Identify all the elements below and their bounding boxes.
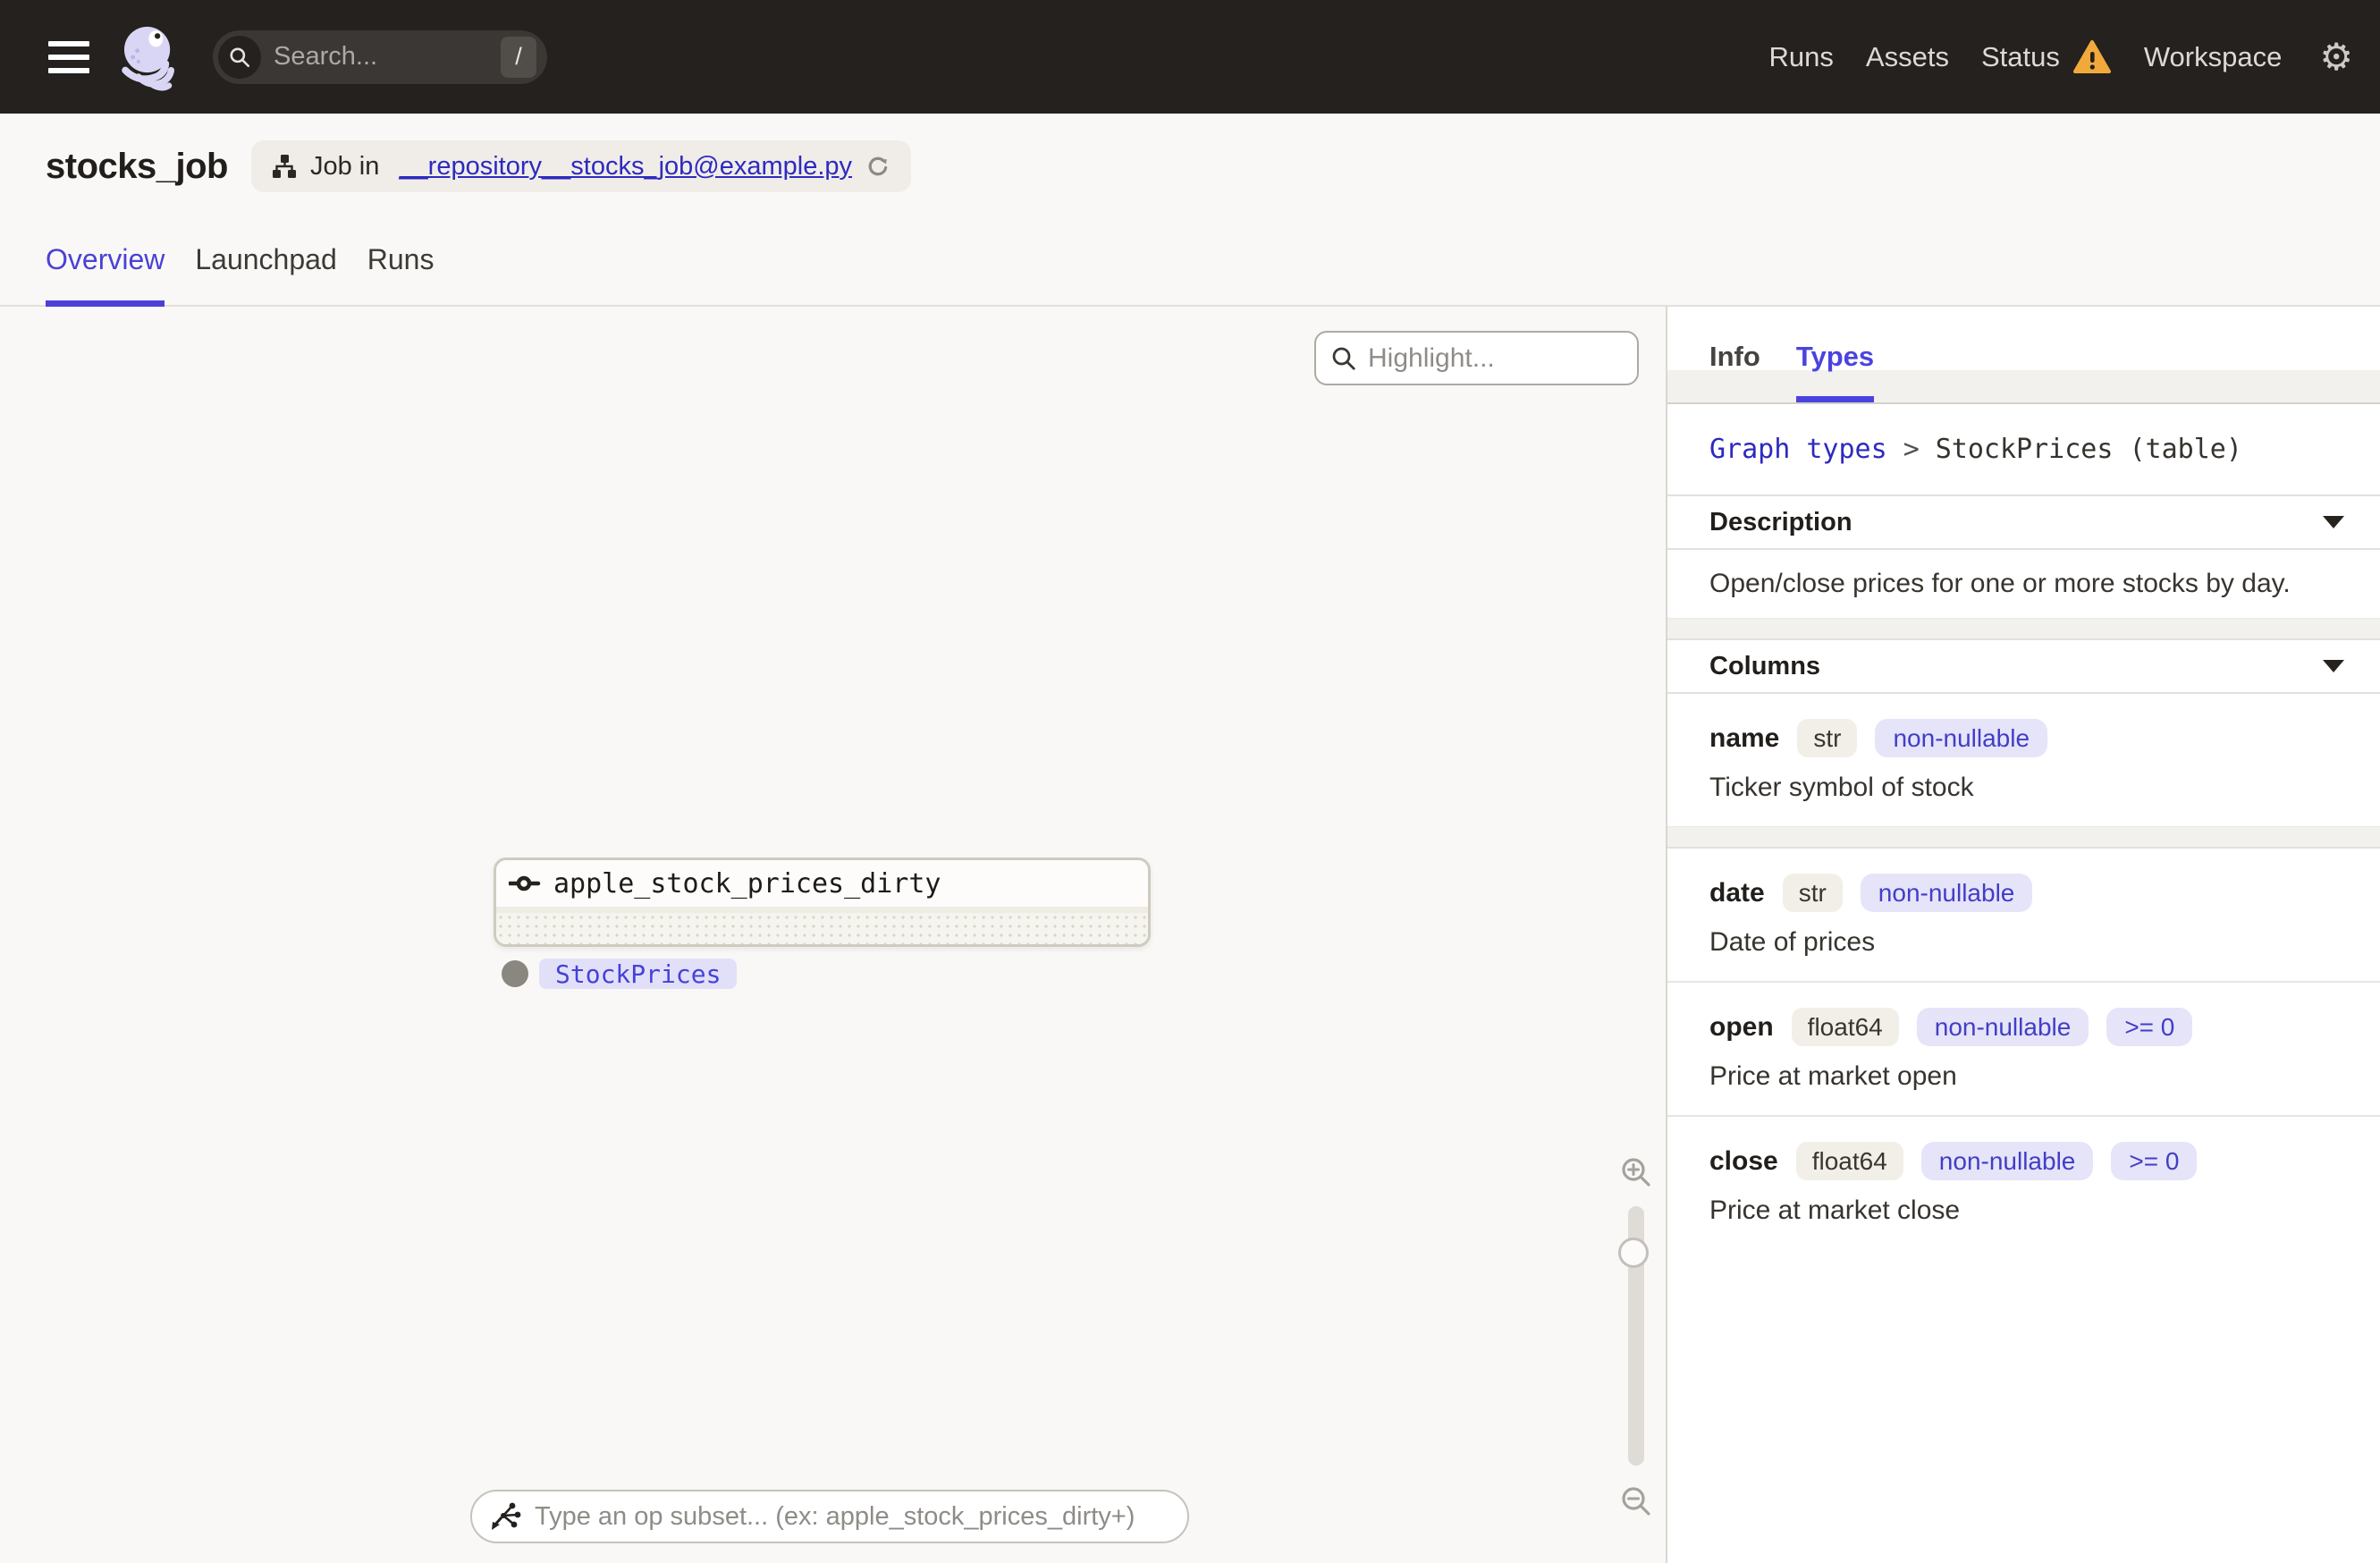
column-entry-date: date str non-nullable Date of prices: [1667, 849, 2380, 981]
tab-runs[interactable]: Runs: [367, 243, 435, 305]
page-header: stocks_job Job in __repository__stocks_j…: [0, 114, 2380, 307]
nav-item-label: Workspace: [2143, 40, 2283, 72]
nav-item-label: Assets: [1865, 40, 1949, 72]
column-name: date: [1709, 877, 1765, 908]
column-entry-name: name str non-nullable Ticker symbol of stoc…: [1667, 694, 2380, 826]
breadcrumb-link-graph-types[interactable]: Graph types: [1709, 434, 1887, 465]
highlight-input[interactable]: [1368, 342, 1637, 374]
repository-link[interactable]: __repository__stocks_job@example.py: [399, 152, 852, 182]
zoom-slider-track[interactable]: [1618, 1206, 1649, 1466]
column-name: close: [1709, 1145, 1778, 1176]
page-tabs: Overview Launchpad Runs: [46, 243, 435, 307]
global-search: /: [213, 30, 547, 84]
zoom-in-icon[interactable]: [1618, 1154, 1654, 1190]
description-text: Open/close prices for one or more stocks…: [1709, 569, 2291, 598]
tab-overview[interactable]: Overview: [46, 243, 165, 307]
column-description: Ticker symbol of stock: [1709, 773, 1974, 802]
zoom-controls: [1616, 1154, 1657, 1519]
column-type-chip: str: [1797, 719, 1858, 757]
search-input[interactable]: [274, 42, 501, 72]
op-node-name: apple_stock_prices_dirty: [553, 867, 941, 900]
job-graph-icon: [272, 155, 296, 178]
job-origin-badge: Job in __repository__stocks_job@example.…: [250, 140, 912, 192]
search-shortcut-key: /: [501, 36, 536, 78]
column-constraint-chip: non-nullable: [1875, 719, 2048, 757]
chevron-down-icon[interactable]: [2323, 516, 2344, 528]
search-icon: [1332, 347, 1355, 370]
warning-icon: [2072, 39, 2111, 73]
top-navigation-bar: / Runs Assets Status Workspace ⚙: [0, 0, 2380, 114]
description-section-header[interactable]: Description: [1667, 496, 2380, 550]
section-divider: [1667, 826, 2380, 849]
page-title: stocks_job: [46, 146, 228, 186]
op-icon: [509, 875, 541, 891]
zoom-slider-thumb[interactable]: [1618, 1238, 1649, 1268]
search-icon: [218, 35, 261, 79]
breadcrumb: Graph types > StockPrices (table): [1667, 404, 2380, 496]
chevron-down-icon[interactable]: [2323, 660, 2344, 672]
column-constraint-chip: >= 0: [2111, 1142, 2198, 1180]
section-divider: [1667, 618, 2380, 640]
hamburger-menu-icon[interactable]: [48, 40, 89, 73]
columns-list: name str non-nullable Ticker symbol of stoc…: [1667, 694, 2380, 1249]
column-constraint-chip: non-nullable: [1916, 1008, 2089, 1046]
column-constraint-chip: non-nullable: [1860, 874, 2033, 912]
nav-item-label: Status: [1980, 40, 2060, 72]
column-type-chip: float64: [1791, 1008, 1899, 1046]
output-type-tag[interactable]: StockPrices: [539, 959, 738, 989]
column-constraint-chip: non-nullable: [1920, 1142, 2094, 1180]
op-node-body: [496, 913, 1148, 944]
op-subset-selector: [470, 1490, 1189, 1543]
active-tab-underline: [1795, 396, 1875, 402]
column-entry-open: open float64 non-nullable >= 0 Price at mark…: [1667, 983, 2380, 1115]
column-name: name: [1709, 722, 1780, 753]
column-description: Date of prices: [1709, 927, 1876, 957]
output-port-dot: [502, 960, 528, 987]
columns-title: Columns: [1709, 651, 1821, 680]
column-type-chip: str: [1782, 874, 1843, 912]
panel-tab-types[interactable]: Types: [1795, 341, 1875, 402]
panel-tab-row: Info Types: [1667, 307, 2380, 402]
column-constraint-chip: >= 0: [2106, 1008, 2193, 1046]
column-type-chip: float64: [1795, 1142, 1903, 1180]
columns-section-header[interactable]: Columns: [1667, 640, 2380, 694]
op-subset-input[interactable]: [535, 1501, 1187, 1532]
breadcrumb-separator: >: [1903, 434, 1920, 465]
tab-launchpad[interactable]: Launchpad: [195, 243, 336, 305]
nav-item-assets[interactable]: Assets: [1866, 41, 1949, 73]
panel-tab-info[interactable]: Info: [1709, 341, 1760, 401]
nav-item-workspace[interactable]: Workspace: [2144, 41, 2283, 73]
column-entry-close: close float64 non-nullable >= 0 Price at mar…: [1667, 1117, 2380, 1249]
panel-tabs: Info Types: [1667, 307, 2380, 404]
active-tab-underline: [46, 300, 165, 307]
nav-item-runs[interactable]: Runs: [1769, 41, 1834, 73]
reload-icon[interactable]: [865, 153, 891, 180]
nav-item-status[interactable]: Status: [1981, 39, 2112, 75]
column-name: open: [1709, 1011, 1774, 1042]
gear-icon[interactable]: ⚙: [2319, 38, 2353, 76]
column-description: Price at market open: [1709, 1061, 1957, 1091]
job-badge-prefix: Job in: [309, 151, 380, 181]
description-title: Description: [1709, 507, 1853, 536]
column-description: Price at market close: [1709, 1195, 1961, 1225]
highlight-search: [1314, 331, 1639, 385]
top-nav-links: Runs Assets Status Workspace ⚙: [1769, 38, 2353, 76]
type-info-panel: Info Types Graph types > StockPrices (tab…: [1667, 307, 2380, 1563]
zoom-out-icon[interactable]: [1618, 1483, 1654, 1519]
nav-item-label: Runs: [1768, 40, 1834, 72]
op-graph-canvas[interactable]: apple_stock_prices_dirty StockPrices: [0, 307, 1667, 1563]
dagster-logo[interactable]: [114, 21, 184, 93]
breadcrumb-current: StockPrices (table): [1935, 434, 2242, 465]
op-node[interactable]: apple_stock_prices_dirty: [494, 858, 1151, 947]
op-selector-icon: [492, 1502, 521, 1530]
